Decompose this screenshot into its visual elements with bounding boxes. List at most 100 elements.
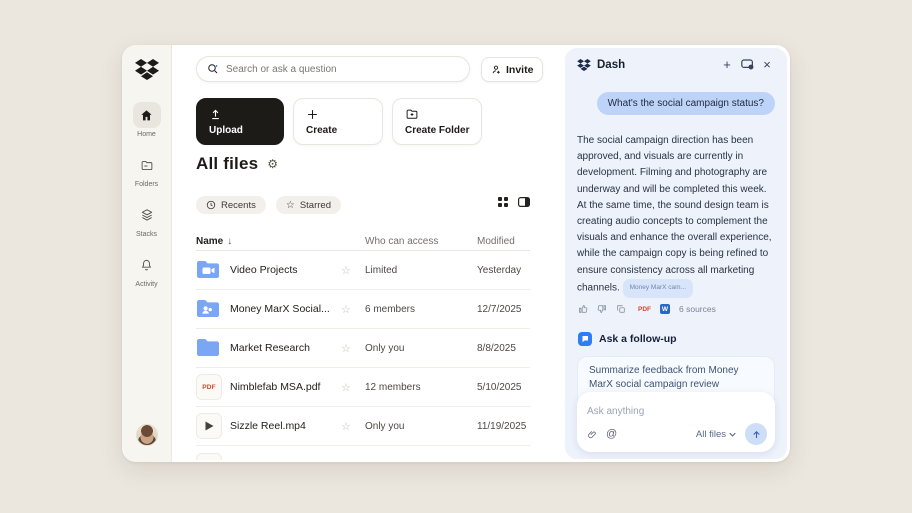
create-folder-label: Create Folder [405,125,469,136]
sidebar-item-folders[interactable]: Folders [133,152,161,188]
stacks-icon [133,202,161,228]
sources-count[interactable]: 6 sources [679,304,716,314]
settings-gear-icon[interactable]: ⚙ [267,158,278,170]
sidebar-item-stacks[interactable]: Stacks [133,202,161,238]
file-modified: 5/10/2025 [477,382,530,393]
create-button[interactable]: Create [293,98,383,145]
chat-history-icon[interactable] [737,59,757,70]
sidebar: Home Folders Stacks Activity [122,45,172,462]
sidebar-item-label: Home [137,131,156,138]
row-star-icon[interactable]: ☆ [333,264,365,277]
paperclip-icon[interactable] [587,429,597,440]
sidebar-item-label: Stacks [136,231,157,238]
mention-icon[interactable]: @ [606,429,617,440]
search-icon [207,63,219,75]
table-row-partial [196,446,530,460]
scope-selector[interactable]: All files [696,429,736,440]
thumbs-up-icon[interactable] [578,304,588,314]
upload-button[interactable]: Upload [196,98,284,145]
source-chip[interactable]: Money MarX cam... [623,279,693,298]
column-access[interactable]: Who can access [365,236,477,247]
home-icon [133,102,161,128]
invite-button[interactable]: Invite [481,57,543,82]
table-row[interactable]: Sizzle Reel.mp4 ☆ Only you 11/19/2025 [196,407,530,446]
sidebar-item-activity[interactable]: Activity [133,252,161,288]
thumbs-down-icon[interactable] [597,304,607,314]
dropbox-logo-icon[interactable] [134,58,160,80]
ask-followup-button[interactable]: Ask a follow-up [578,332,677,346]
file-name: Video Projects [230,264,333,276]
file-modified: 12/7/2025 [477,304,530,315]
dash-header: Dash + × [577,58,777,71]
row-star-icon[interactable]: ☆ [333,303,365,316]
file-access: Only you [365,421,477,432]
invite-label: Invite [506,64,533,76]
clock-icon [206,200,216,210]
assistant-response: The social campaign direction has been a… [577,133,777,298]
filter-starred[interactable]: ☆ Starred [276,196,341,214]
page-title: All files [196,154,258,174]
folder-plus-icon [405,108,419,121]
file-name: Sizzle Reel.mp4 [230,420,333,432]
row-star-icon[interactable]: ☆ [333,342,365,355]
ask-toolbar: @ All files [587,423,767,445]
row-star-icon[interactable]: ☆ [333,381,365,394]
table-row[interactable]: Video Projects ☆ Limited Yesterday [196,251,530,290]
user-avatar[interactable] [136,424,158,446]
plus-icon [306,108,319,121]
sidebar-item-label: Activity [135,281,157,288]
send-button[interactable] [745,423,767,445]
sort-down-icon: ↓ [227,236,232,247]
file-access: Only you [365,343,477,354]
action-buttons: Upload Create Create Folder [196,98,482,145]
row-star-icon[interactable]: ☆ [333,420,365,433]
create-label: Create [306,125,337,136]
ask-input-card[interactable]: @ All files [577,392,775,452]
dash-title: Dash [597,59,625,71]
invite-person-icon [491,64,502,75]
filter-label: Recents [221,200,256,211]
chat-bubble-icon [578,332,592,346]
page-title-row: All files ⚙ [196,154,278,174]
search-input[interactable] [226,64,459,75]
sidebar-item-label: Folders [135,181,158,188]
star-icon: ☆ [286,200,295,211]
file-modified: Yesterday [477,265,530,276]
response-actions: PDF W 6 sources [578,304,716,314]
sidebar-item-home[interactable]: Home [133,102,161,138]
file-modified: 11/19/2025 [477,421,530,432]
copy-icon[interactable] [616,304,626,314]
chevron-down-icon [729,432,736,437]
bell-icon [133,252,161,278]
close-icon[interactable]: × [757,58,777,71]
file-access: Limited [365,265,477,276]
upload-icon [209,108,222,121]
file-icon-partial [196,453,222,460]
table-row[interactable]: PDF Nimblefab MSA.pdf ☆ 12 members 5/10/… [196,368,530,407]
filter-recents[interactable]: Recents [196,196,266,214]
new-chat-icon[interactable]: + [717,58,737,71]
table-header: Name ↓ Who can access Modified [196,234,530,251]
video-file-icon [196,413,222,439]
folder-icon [196,338,230,358]
create-folder-button[interactable]: Create Folder [392,98,482,145]
split-view-icon[interactable] [518,197,530,207]
ask-followup-label: Ask a follow-up [599,333,677,345]
file-modified: 8/8/2025 [477,343,530,354]
dash-logo-icon [577,59,591,71]
column-name[interactable]: Name ↓ [196,236,333,247]
search-bar[interactable] [196,56,470,82]
table-row[interactable]: Money MarX Social... ☆ 6 members 12/7/20… [196,290,530,329]
grid-view-icon[interactable] [498,197,508,207]
table-row[interactable]: Market Research ☆ Only you 8/8/2025 [196,329,530,368]
filter-label: Starred [300,200,331,211]
file-name: Nimblefab MSA.pdf [230,381,333,393]
main-content: Invite Upload Create Create Folder [172,45,563,462]
folders-icon [133,152,161,178]
dash-panel: Dash + × What's the social campaign stat… [565,48,787,459]
upload-label: Upload [209,125,243,136]
column-modified[interactable]: Modified [477,236,530,247]
assistant-response-text: The social campaign direction has been a… [577,135,772,293]
sidebar-nav: Home Folders Stacks Activity [133,102,161,288]
ask-input[interactable] [587,406,765,417]
